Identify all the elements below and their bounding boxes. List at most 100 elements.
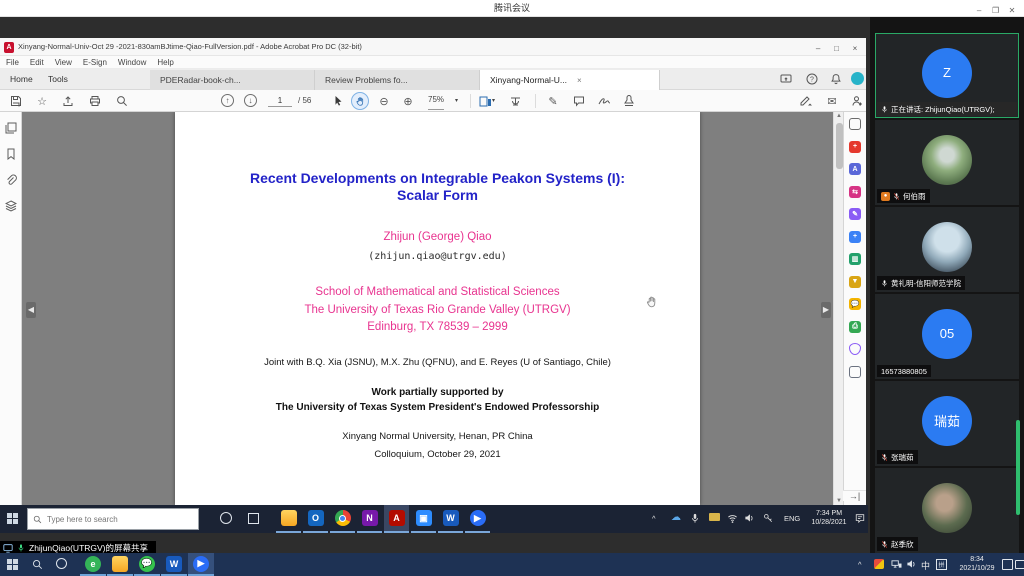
document-canvas[interactable]: Recent Developments on Integrable Peakon… — [22, 112, 833, 505]
ime-language-indicator[interactable]: 中 — [921, 559, 930, 572]
previous-page-icon[interactable]: ↑ — [221, 94, 234, 107]
combine-files-icon[interactable]: + — [849, 231, 861, 243]
action-center-icon[interactable] — [855, 513, 865, 523]
menu-window[interactable]: Window — [118, 58, 146, 67]
comment-tool-icon[interactable]: ✎ — [849, 208, 861, 220]
menu-esign[interactable]: E-Sign — [83, 58, 107, 67]
taskbar-chrome[interactable] — [330, 505, 355, 533]
layers-icon[interactable] — [4, 199, 17, 212]
remote-clock[interactable]: 7:34 PM 10/28/2021 — [806, 510, 852, 527]
volume-icon[interactable] — [906, 559, 917, 569]
ime-mode-icon[interactable]: 拼 — [936, 559, 947, 570]
document-scrollbar[interactable]: ▲ ▼ — [833, 112, 843, 505]
tab-document-3-active[interactable]: Xinyang-Normal-U... × — [480, 70, 660, 90]
hand-tool-icon-active[interactable] — [351, 92, 369, 110]
participant-tile[interactable]: ● 何伯雨 — [875, 120, 1019, 205]
menu-view[interactable]: View — [55, 58, 72, 67]
reading-mode-icon[interactable] — [507, 93, 523, 109]
search-icon[interactable] — [32, 559, 43, 570]
participant-tile[interactable]: 赵季欣 — [875, 468, 1019, 553]
participant-tile-speaker[interactable]: Z 正在讲话: ZhijunQiao(UTRGV); — [875, 33, 1019, 118]
fill-sign-icon[interactable] — [798, 93, 814, 109]
taskbar-acrobat-active[interactable]: A — [384, 505, 409, 533]
signature-icon[interactable] — [596, 93, 612, 109]
page-thumbnails-icon[interactable] — [4, 121, 17, 134]
next-page-icon[interactable]: ↓ — [244, 94, 257, 107]
more-tools-icon[interactable] — [849, 366, 861, 378]
search-icon[interactable] — [114, 93, 130, 109]
taskbar-file-explorer[interactable] — [276, 505, 301, 533]
email-envelope-icon[interactable]: ✉ — [824, 93, 840, 109]
organize-pages-icon[interactable]: ▥ — [849, 253, 861, 265]
action-center-icon[interactable] — [1015, 560, 1024, 569]
tray-folder-sync-icon[interactable] — [709, 513, 720, 521]
select-tool-icon[interactable] — [330, 93, 346, 109]
close-tab-icon[interactable]: × — [577, 76, 582, 85]
scrollbar-thumb[interactable] — [836, 123, 843, 169]
tray-microphone-icon[interactable] — [690, 513, 700, 524]
local-clock[interactable]: 8:34 2021/10/29 — [953, 556, 1001, 573]
collapse-pane-icon[interactable]: →| — [843, 490, 866, 501]
taskbar-onenote[interactable]: N — [357, 505, 382, 533]
taskbar-word[interactable]: W — [161, 553, 187, 576]
tab-document-2[interactable]: Review Problems fo... — [315, 70, 480, 90]
bookmarks-icon[interactable] — [4, 147, 17, 160]
tray-chevron-icon[interactable]: ^ — [652, 514, 656, 523]
menu-file[interactable]: File — [6, 58, 19, 67]
export-pdf-icon[interactable]: ⇆ — [849, 186, 861, 198]
cortana-icon[interactable] — [220, 512, 232, 524]
network-icon[interactable] — [891, 559, 902, 569]
taskbar-tencent-meeting-active[interactable]: ▶ — [188, 553, 214, 576]
notes-icon[interactable] — [1002, 559, 1013, 570]
participant-tile[interactable]: 瑞茹 张瑞茹 — [875, 381, 1019, 466]
participant-tile[interactable]: 05 16573880805 — [875, 294, 1019, 379]
user-avatar[interactable] — [851, 72, 864, 85]
taskbar-word[interactable]: W — [438, 505, 463, 533]
taskbar-tencent-meeting[interactable]: ▶ — [465, 505, 490, 533]
add-person-icon[interactable] — [849, 93, 865, 109]
cortana-icon[interactable] — [56, 558, 67, 569]
print-production-icon[interactable]: ⎙ — [849, 321, 861, 333]
attachments-paperclip-icon[interactable] — [4, 173, 17, 186]
save-icon[interactable] — [8, 93, 24, 109]
task-view-icon[interactable] — [248, 513, 259, 524]
start-button-icon[interactable] — [7, 559, 18, 570]
comment-bubble-icon[interactable] — [571, 93, 587, 109]
menu-edit[interactable]: Edit — [30, 58, 44, 67]
tab-tools[interactable]: Tools — [48, 69, 68, 90]
protect-shield-icon[interactable] — [849, 343, 861, 355]
favorite-star-icon[interactable]: ☆ — [34, 93, 50, 109]
notifications-bell-icon[interactable] — [830, 73, 842, 85]
taskbar-search[interactable] — [27, 508, 199, 530]
taskbar-outlook[interactable]: O — [303, 505, 328, 533]
compress-pdf-icon[interactable]: ▼ — [849, 276, 861, 288]
create-pdf-icon[interactable]: + — [849, 141, 861, 153]
zoom-dropdown-caret-icon[interactable]: ▾ — [455, 90, 458, 112]
next-page-arrow[interactable]: ▶ — [821, 302, 831, 318]
search-tool-icon[interactable] — [849, 118, 861, 130]
search-input[interactable] — [47, 515, 177, 524]
zoom-in-icon[interactable]: ⊕ — [400, 93, 416, 109]
edit-pdf-icon[interactable]: A — [849, 163, 861, 175]
previous-page-arrow[interactable]: ◀ — [26, 302, 36, 318]
help-icon[interactable]: ? — [806, 73, 818, 85]
wifi-icon[interactable] — [727, 513, 738, 523]
language-indicator[interactable]: ENG — [784, 514, 800, 523]
tray-chevron-icon[interactable]: ^ — [858, 560, 862, 569]
tab-home[interactable]: Home — [10, 69, 33, 90]
print-icon[interactable] — [87, 93, 103, 109]
taskbar-browser-360[interactable]: e — [80, 553, 106, 576]
page-number-input[interactable] — [268, 94, 292, 107]
zoom-out-icon[interactable]: ⊖ — [376, 93, 392, 109]
start-button-icon[interactable] — [7, 513, 18, 524]
display-dropdown-caret-icon[interactable]: ▾ — [492, 90, 495, 112]
pencil-annotate-icon[interactable]: ✎ — [545, 93, 561, 109]
tray-app-icon[interactable] — [874, 559, 884, 569]
taskbar-wechat[interactable]: 💬 — [134, 553, 160, 576]
share-screen-icon[interactable] — [780, 73, 792, 85]
stamp-tool-icon[interactable] — [621, 93, 637, 109]
share-upload-icon[interactable] — [60, 93, 76, 109]
page-display-icon[interactable] — [477, 93, 493, 109]
participant-tile[interactable]: 黄礼明-信阳师范学院 — [875, 207, 1019, 292]
menu-help[interactable]: Help — [157, 58, 173, 67]
